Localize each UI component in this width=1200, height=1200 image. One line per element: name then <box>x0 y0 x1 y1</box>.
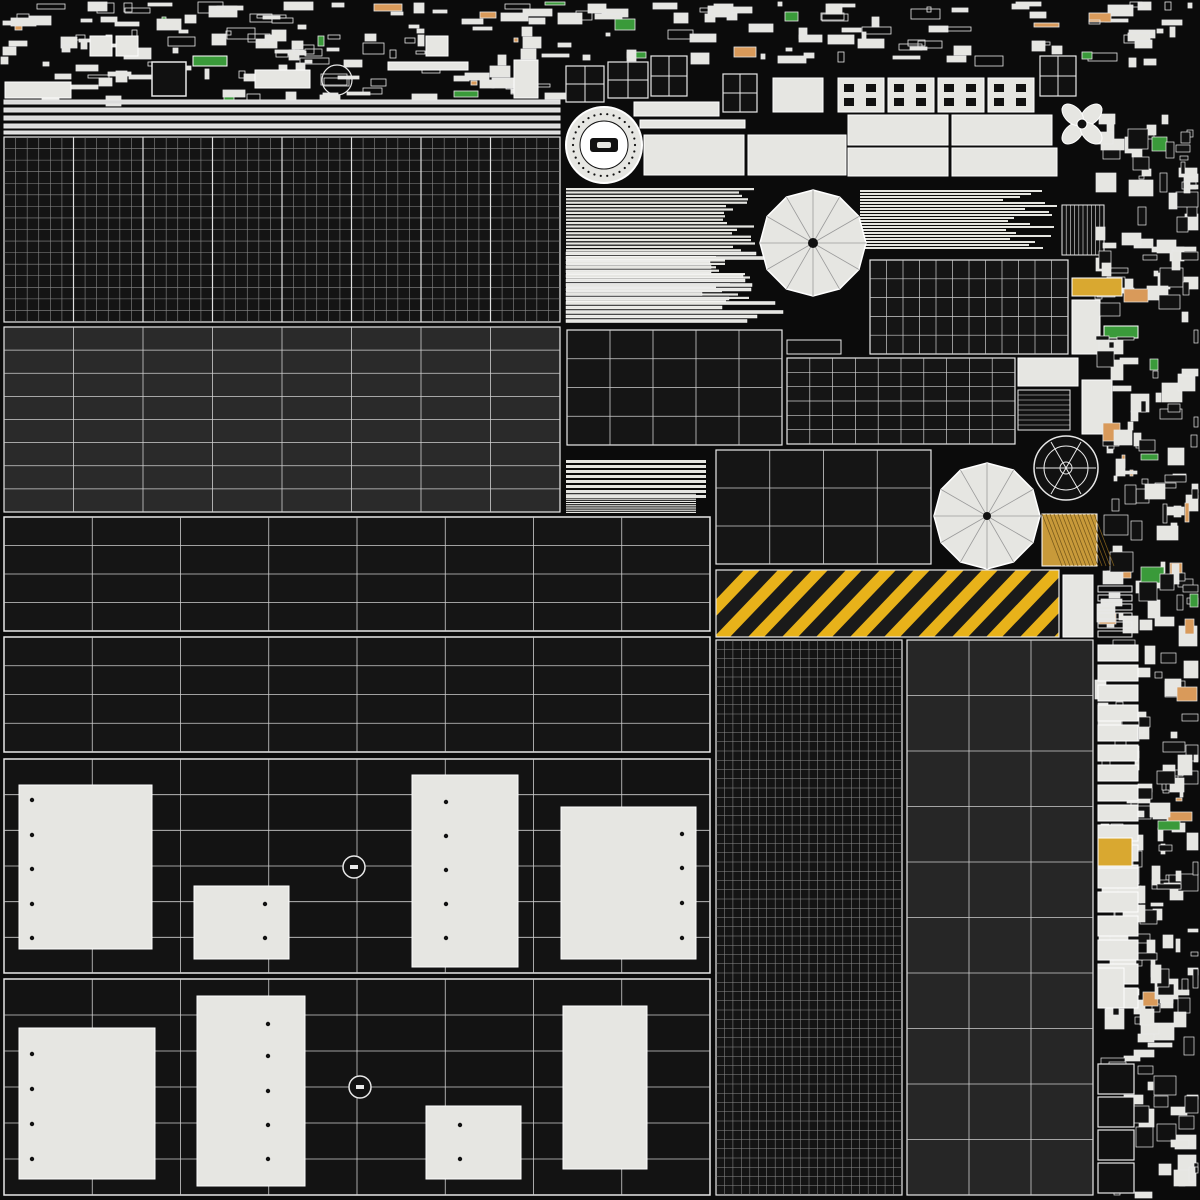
grey-grid-panel <box>3 326 561 513</box>
door-panel-2 <box>3 978 711 1196</box>
door-panel-1 <box>3 758 711 974</box>
round-grill-part <box>565 106 643 184</box>
fine-grid-panel-top <box>3 136 561 323</box>
dark-panel-2 <box>3 636 711 753</box>
dark-grid-panel-b <box>786 357 1016 445</box>
grey-grid-panel-right <box>906 639 1094 1196</box>
dark-panel-1 <box>3 516 711 632</box>
fine-grid-panel-right <box>715 639 903 1196</box>
dark-grid-panel-d <box>715 449 932 565</box>
fan-grill-1 <box>1033 435 1099 501</box>
uv-texture-atlas <box>0 0 1200 1200</box>
dark-grid-panel-a <box>566 329 783 446</box>
dark-grid-panel-c <box>869 259 1069 355</box>
